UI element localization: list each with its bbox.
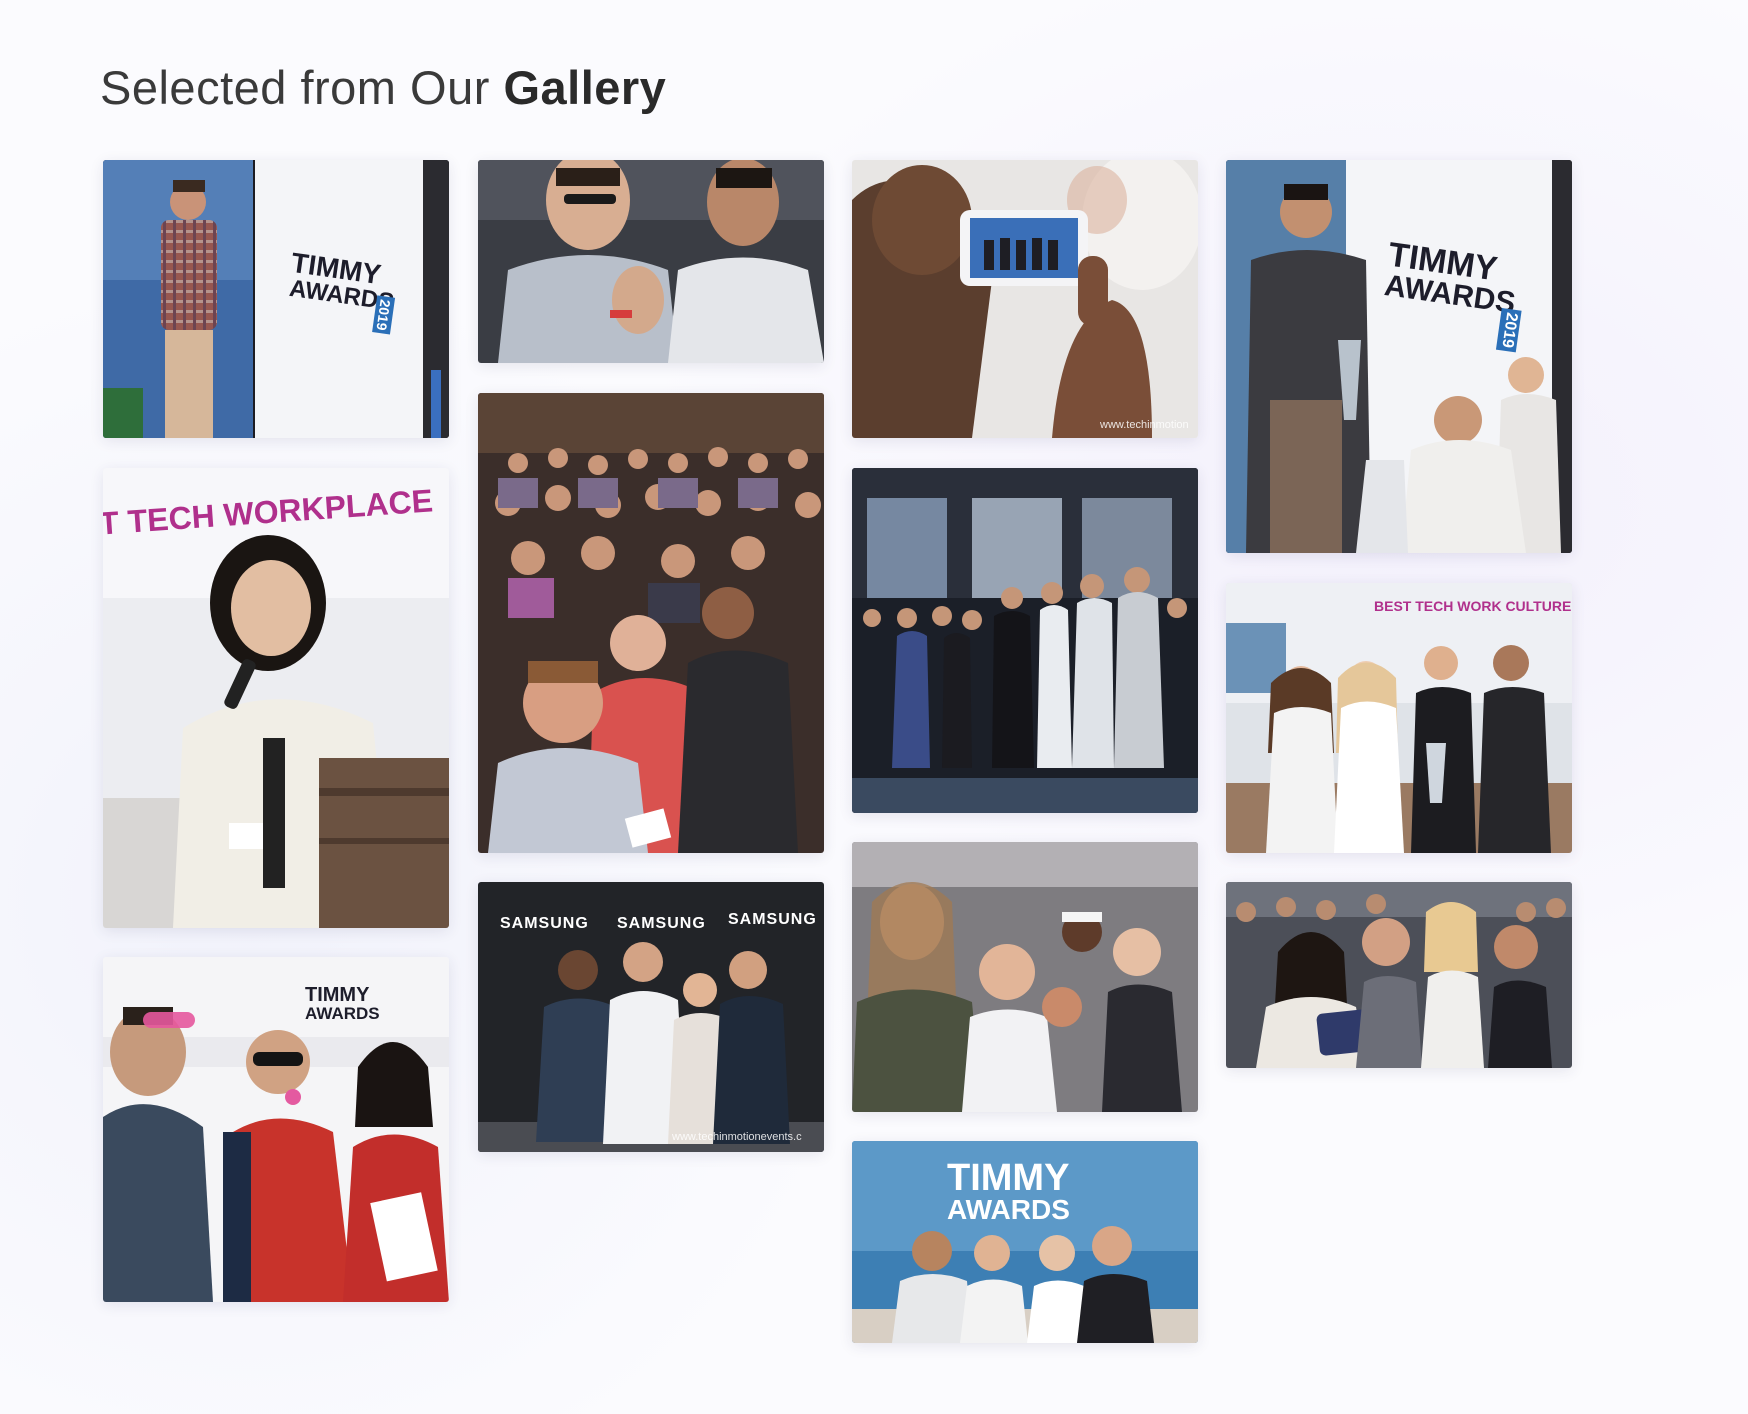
photo-excited-crowd [852, 842, 1198, 1112]
gallery-photo[interactable] [1226, 882, 1572, 1068]
gallery-photo[interactable]: TIMMY AWARDS 2019 [1226, 160, 1572, 553]
banner-text-timmy: TIMMY [305, 984, 370, 1006]
gallery-photo[interactable] [478, 160, 824, 363]
banner-text-samsung: SAMSUNG [728, 911, 817, 928]
photo-watermark: www.techinmotionevents.c [672, 1131, 802, 1143]
photo-speaker-on-stage [103, 160, 449, 438]
gallery-photo[interactable] [478, 393, 824, 853]
banner-text-timmy: TIMMY [947, 1157, 1070, 1199]
photo-audience-clapping [478, 160, 824, 363]
banner-text-awards: AWARDS [947, 1194, 1070, 1225]
photo-standing-crowd [852, 468, 1198, 813]
gallery-grid: TIMMY AWARDS 2019 T TECH WORKPLACE TIMMY… [0, 0, 1748, 1414]
gallery-photo[interactable]: www.techinmotion [852, 160, 1198, 438]
photo-watermark: www.techinmotion [1100, 419, 1189, 431]
photo-group-selfie [1226, 882, 1572, 1068]
gallery-photo[interactable]: SAMSUNG SAMSUNG SAMSUNG www.techinmotion… [478, 882, 824, 1152]
gallery-photo[interactable] [852, 468, 1198, 813]
photo-work-culture-winners [1226, 583, 1572, 853]
photo-phone-snapshot [852, 160, 1198, 438]
gallery-photo[interactable]: BEST TECH WORK CULTURE [1226, 583, 1572, 853]
banner-text-work-culture: BEST TECH WORK CULTURE [1374, 598, 1572, 614]
banner-text-samsung: SAMSUNG [617, 915, 706, 932]
gallery-photo[interactable]: TIMMY AWARDS [852, 1141, 1198, 1343]
photo-seated-crowd [478, 393, 824, 853]
photo-trophy-winner [1226, 160, 1572, 553]
gallery-photo[interactable]: T TECH WORKPLACE [103, 468, 449, 928]
gallery-photo[interactable]: TIMMY AWARDS [103, 957, 449, 1302]
photo-booth [103, 957, 449, 1302]
banner-text-samsung: SAMSUNG [500, 915, 589, 932]
gallery-photo[interactable]: TIMMY AWARDS 2019 [103, 160, 449, 438]
banner-text-awards: AWARDS [305, 1004, 380, 1023]
gallery-photo[interactable] [852, 842, 1198, 1112]
